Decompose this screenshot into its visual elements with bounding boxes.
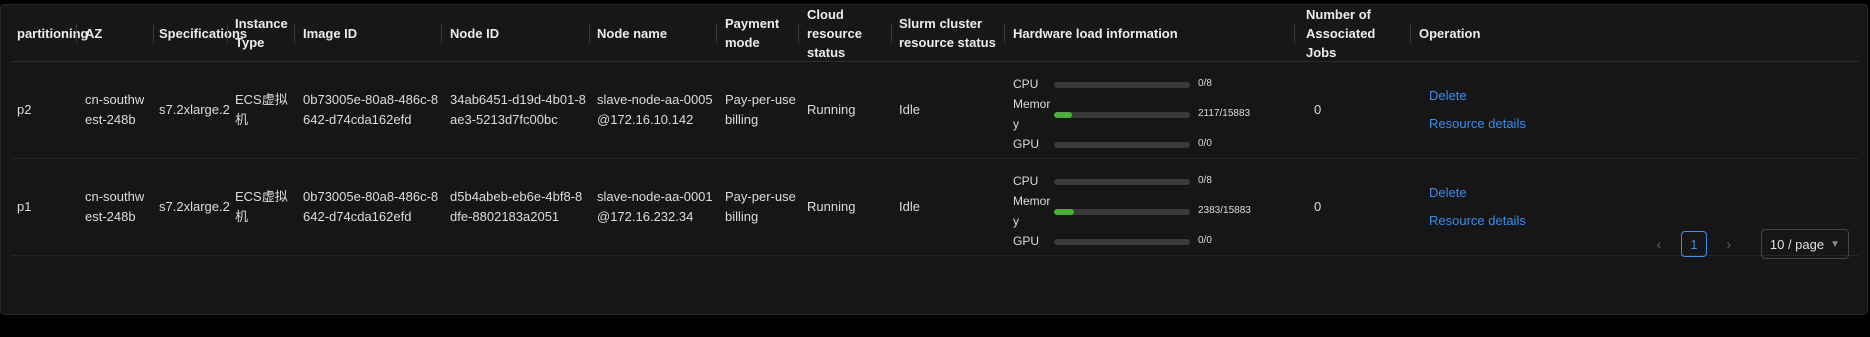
gpu-label: GPU: [1013, 137, 1040, 151]
delete-link[interactable]: Delete: [1429, 179, 1526, 207]
pagination: ‹ 1 › 10 / page ▼: [1647, 229, 1849, 259]
node-table: partitioning AZ Specifications Instance …: [11, 5, 1859, 256]
col-divider: [798, 23, 799, 43]
node-table-panel: partitioning AZ Specifications Instance …: [0, 4, 1868, 315]
image-id-cell: 0b73005e-80a8-486c-8642-d74cda162efd: [303, 92, 439, 127]
cpu-label: CPU: [1013, 174, 1039, 188]
gpu-load-value: 0/0: [1198, 235, 1212, 246]
page-size-value: 10 / page: [1769, 236, 1825, 252]
col-divider: [227, 23, 228, 43]
col-divider: [153, 23, 154, 43]
chevron-down-icon: ▼: [1830, 238, 1840, 250]
instance-type-cell: ECS虚拟机: [235, 92, 288, 127]
memory-label: Memory: [1013, 97, 1051, 131]
col-divider: [441, 23, 442, 43]
spec-cell: s7.2xlarge.2: [159, 102, 230, 117]
cloud-status-cell: Running: [807, 102, 856, 117]
operation-cell: Delete Resource details: [1429, 179, 1526, 235]
memory-load-bar: [1054, 209, 1190, 215]
cpu-load-bar: [1054, 82, 1190, 88]
gpu-label: GPU: [1013, 234, 1040, 248]
col-header-partitioning: partitioning: [17, 25, 89, 41]
az-cell: cn-southwest-248b: [85, 92, 145, 127]
cloud-status-cell: Running: [807, 199, 856, 214]
col-divider: [1410, 23, 1411, 43]
col-divider: [1294, 23, 1295, 43]
col-divider: [716, 23, 717, 43]
col-header-specifications: Specifications: [159, 25, 248, 41]
memory-load: Memory 2117/15883: [1013, 94, 1313, 134]
cpu-load-bar: [1054, 179, 1190, 185]
hardware-load-info: CPU 0/8 Memory 2117/15883 GPU 0/0: [1013, 74, 1313, 154]
slurm-status-cell: Idle: [899, 102, 920, 117]
cpu-load: CPU 0/8: [1013, 74, 1313, 94]
resource-details-link[interactable]: Resource details: [1429, 207, 1526, 235]
chevron-left-icon[interactable]: ‹: [1647, 236, 1671, 252]
memory-load-fill: [1054, 209, 1075, 215]
page-1-button[interactable]: 1: [1680, 231, 1707, 257]
table-header: partitioning AZ Specifications Instance …: [11, 5, 1859, 62]
slurm-status-cell: Idle: [899, 199, 920, 214]
col-divider: [589, 23, 590, 43]
page-size-select[interactable]: 10 / page ▼: [1760, 229, 1849, 259]
gpu-load-bar: [1054, 239, 1190, 245]
col-header-image-id: Image ID: [303, 25, 358, 41]
gpu-load: GPU 0/0: [1013, 134, 1313, 154]
hardware-load-info: CPU 0/8 Memory 2383/15883 GPU 0/0: [1013, 171, 1313, 251]
col-header-associated-jobs: Number of Associated Jobs: [1306, 6, 1376, 60]
memory-load-value: 2383/15883: [1198, 205, 1251, 216]
resource-details-link[interactable]: Resource details: [1429, 110, 1526, 138]
col-header-node-id: Node ID: [450, 25, 500, 41]
chevron-right-icon[interactable]: ›: [1717, 236, 1741, 252]
col-divider: [76, 23, 77, 43]
memory-label: Memory: [1013, 194, 1051, 228]
partition-cell: p1: [17, 199, 32, 214]
memory-load-bar: [1054, 112, 1190, 118]
memory-load: Memory 2383/15883: [1013, 191, 1313, 231]
payment-mode-cell: Pay-per-use billing: [725, 189, 796, 224]
cpu-load: CPU 0/8: [1013, 171, 1313, 191]
cpu-label: CPU: [1013, 77, 1039, 91]
col-divider: [891, 23, 892, 43]
cpu-load-value: 0/8: [1198, 78, 1212, 89]
cpu-load-value: 0/8: [1198, 175, 1212, 186]
spec-cell: s7.2xlarge.2: [159, 199, 230, 214]
col-header-payment-mode: Payment mode: [725, 16, 780, 50]
memory-load-value: 2117/15883: [1198, 108, 1251, 119]
partition-cell: p2: [17, 102, 32, 117]
gpu-load: GPU 0/0: [1013, 231, 1313, 251]
col-header-hardware-load: Hardware load information: [1013, 25, 1178, 41]
operation-cell: Delete Resource details: [1429, 82, 1526, 138]
col-header-slurm-status: Slurm cluster resource status: [899, 16, 996, 50]
table-row: p1 cn-southwest-248b s7.2xlarge.2 ECS虚拟机…: [11, 159, 1859, 256]
associated-jobs-cell: 0: [1314, 199, 1322, 214]
node-name-cell: slave-node-aa-0001@172.16.232.34: [597, 189, 713, 224]
gpu-load-value: 0/0: [1198, 138, 1212, 149]
node-id-cell: 34ab6451-d19d-4b01-8ae3-5213d7fc00bc: [450, 92, 586, 127]
az-cell: cn-southwest-248b: [85, 189, 145, 224]
col-divider: [294, 23, 295, 43]
col-header-instance-type: Instance Type: [235, 16, 288, 50]
table-row: p2 cn-southwest-248b s7.2xlarge.2 ECS虚拟机…: [11, 62, 1859, 159]
image-id-cell: 0b73005e-80a8-486c-8642-d74cda162efd: [303, 189, 439, 224]
col-divider: [1004, 23, 1005, 43]
col-header-az: AZ: [85, 25, 103, 41]
delete-link[interactable]: Delete: [1429, 82, 1526, 110]
col-header-node-name: Node name: [597, 25, 668, 41]
col-header-operation: Operation: [1419, 25, 1481, 41]
memory-load-fill: [1054, 112, 1073, 118]
payment-mode-cell: Pay-per-use billing: [725, 92, 796, 127]
node-name-cell: slave-node-aa-0005@172.16.10.142: [597, 92, 713, 127]
col-header-cloud-resource-status: Cloud resource status: [807, 6, 862, 60]
gpu-load-bar: [1054, 142, 1190, 148]
instance-type-cell: ECS虚拟机: [235, 189, 288, 224]
node-id-cell: d5b4abeb-eb6e-4bf8-8dfe-8802183a2051: [450, 189, 583, 224]
associated-jobs-cell: 0: [1314, 102, 1322, 117]
